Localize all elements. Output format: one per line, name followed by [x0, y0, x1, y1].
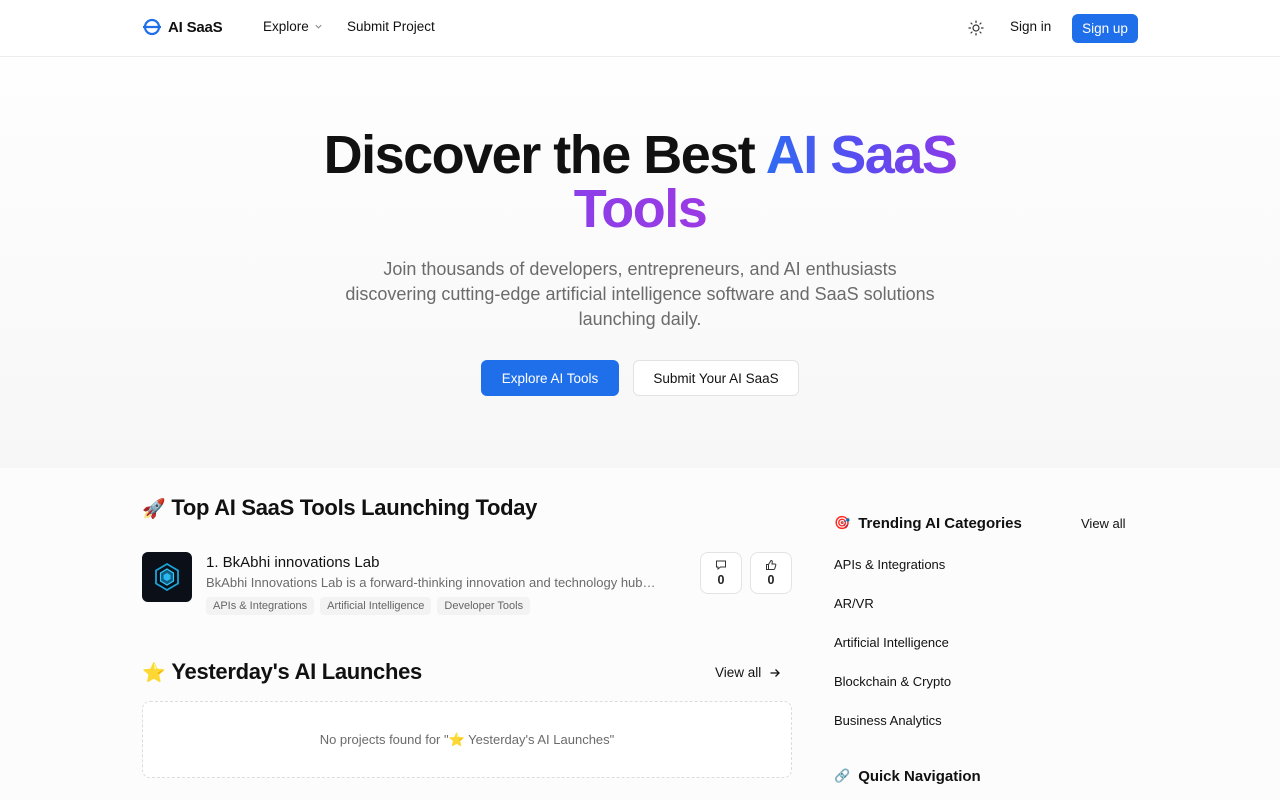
top-navbar: AI SaaS Explore Submit Project Sign in S… — [0, 0, 1280, 57]
sun-icon — [968, 20, 984, 36]
comment-icon — [716, 560, 726, 571]
trending-title-text: Trending AI Categories — [858, 515, 1022, 532]
category-item[interactable]: AR/VR — [834, 596, 874, 611]
product-description: BkAbhi Innovations Lab is a forward-thin… — [206, 575, 656, 590]
today-title-text: Top AI SaaS Tools Launching Today — [171, 495, 538, 520]
nav-explore-dropdown[interactable]: Explore — [263, 19, 323, 34]
brand-logo[interactable]: AI SaaS — [142, 17, 223, 37]
category-item[interactable]: Business Analytics — [834, 713, 942, 728]
rocket-icon: 🚀 — [142, 497, 166, 520]
logo-icon — [143, 18, 161, 36]
product-tags: APIs & Integrations Artificial Intellige… — [206, 597, 531, 615]
hero-section: Discover the Best AI SaaS Tools Join tho… — [0, 58, 1280, 468]
nav-submit-project[interactable]: Submit Project — [347, 19, 435, 34]
tag[interactable]: Artificial Intelligence — [320, 597, 432, 615]
yesterday-section-title: ⭐ Yesterday's AI Launches — [142, 659, 422, 685]
product-logo — [142, 552, 192, 602]
category-item[interactable]: APIs & Integrations — [834, 557, 945, 572]
brand-name: AI SaaS — [168, 18, 223, 36]
sign-in-link[interactable]: Sign in — [1010, 19, 1051, 34]
star-icon: ⭐ — [142, 661, 166, 684]
hero-title-highlight: AI SaaS — [765, 125, 958, 185]
empty-state-message: No projects found for "⭐ Yesterday's AI … — [319, 731, 615, 747]
hexagon-logo-icon — [155, 562, 179, 592]
quick-nav-title-text: Quick Navigation — [858, 768, 981, 785]
upvotes-count: 0 — [767, 573, 775, 587]
category-item[interactable]: Artificial Intelligence — [834, 635, 949, 650]
tag[interactable]: APIs & Integrations — [206, 597, 315, 615]
tag[interactable]: Developer Tools — [437, 597, 531, 615]
arrow-right-icon — [770, 668, 781, 677]
quick-navigation-title: 🔗 Quick Navigation — [834, 768, 981, 785]
empty-state-box: No projects found for "⭐ Yesterday's AI … — [142, 701, 792, 778]
category-item[interactable]: Blockchain & Crypto — [834, 674, 951, 689]
sign-up-button[interactable]: Sign up — [1072, 14, 1138, 43]
submit-ai-saas-button[interactable]: Submit Your AI SaaS — [633, 360, 799, 396]
hero-title-line2: Tools — [573, 179, 708, 239]
comments-count: 0 — [717, 573, 725, 587]
target-icon: 🎯 — [834, 516, 851, 531]
thumbs-up-icon — [766, 559, 777, 570]
today-section-title: 🚀 Top AI SaaS Tools Launching Today — [142, 495, 537, 521]
hero-title: Discover the Best AI SaaS Tools — [240, 128, 1040, 236]
theme-toggle-button[interactable] — [966, 18, 986, 38]
comments-button[interactable]: 0 — [700, 552, 742, 594]
link-icon: 🔗 — [834, 769, 851, 784]
yesterday-view-all-link[interactable]: View all — [715, 665, 781, 680]
trending-categories-title: 🎯 Trending AI Categories — [834, 515, 1022, 532]
nav-explore-label: Explore — [263, 19, 309, 34]
hero-title-part1: Discover the Best — [323, 125, 766, 185]
yesterday-title-text: Yesterday's AI Launches — [171, 659, 422, 684]
categories-view-all-link[interactable]: View all — [1081, 516, 1126, 531]
product-card[interactable]: 1. BkAbhi innovations Lab BkAbhi Innovat… — [142, 552, 792, 622]
upvote-button[interactable]: 0 — [750, 552, 792, 594]
chevron-down-icon — [315, 24, 322, 29]
product-name[interactable]: 1. BkAbhi innovations Lab — [206, 554, 379, 571]
view-all-label: View all — [715, 665, 762, 680]
hero-subtitle: Join thousands of developers, entreprene… — [345, 259, 935, 329]
explore-ai-tools-button[interactable]: Explore AI Tools — [481, 360, 619, 396]
